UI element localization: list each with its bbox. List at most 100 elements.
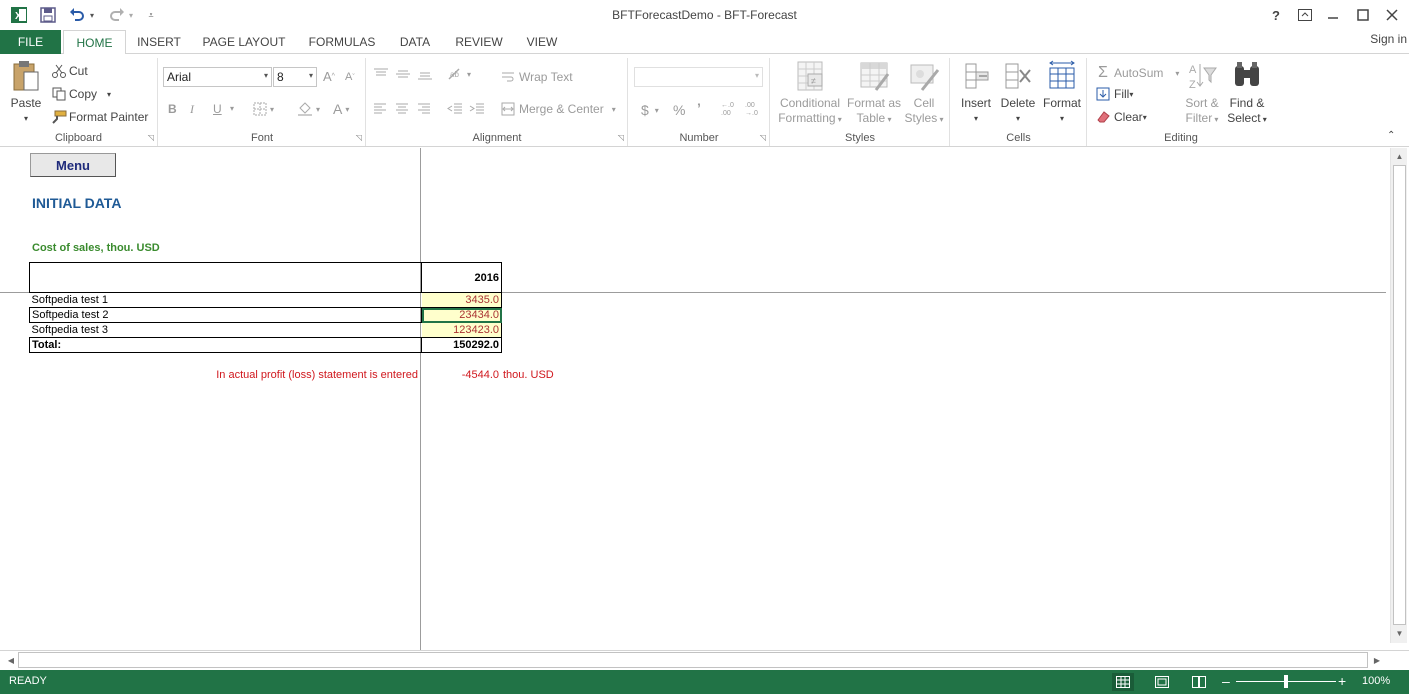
find-select-button[interactable]: Find & Select ▾ <box>1225 60 1269 127</box>
borders-button[interactable]: ▾ <box>253 102 274 116</box>
copy-button[interactable]: Copy ▾ <box>50 87 111 101</box>
zoom-level[interactable]: 100% <box>1362 675 1390 687</box>
paste-button[interactable]: Paste ▾ <box>6 60 46 126</box>
middle-align-icon[interactable] <box>395 68 411 80</box>
tab-file[interactable]: FILE <box>0 30 61 54</box>
comma-style-icon[interactable]: ’ <box>697 100 701 116</box>
align-right-icon[interactable] <box>417 103 431 115</box>
cell-styles-button[interactable]: Cell Styles ▾ <box>902 60 946 127</box>
font-color-button[interactable]: A ▾ <box>333 101 349 117</box>
collapse-ribbon-icon[interactable]: ⌃ <box>1387 130 1395 141</box>
currency-button[interactable]: $ ▾ <box>641 102 659 118</box>
scroll-up-icon[interactable]: ▲ <box>1391 149 1408 164</box>
tab-formulas[interactable]: FORMULAS <box>302 30 382 54</box>
row-value-input-selected[interactable]: 23434.0 <box>421 307 502 323</box>
increase-indent-icon[interactable] <box>469 103 485 115</box>
increase-decimal-icon[interactable]: ←.0 .00 <box>721 102 743 118</box>
clear-button[interactable]: Clear ▾ <box>1094 110 1147 124</box>
format-cells-button[interactable]: Format ▾ <box>1040 60 1084 126</box>
font-group-label: Font <box>250 132 273 144</box>
row-label[interactable]: Softpedia test 1 <box>30 293 422 308</box>
italic-button[interactable]: I <box>190 102 194 117</box>
fill-color-button[interactable]: ▾ <box>297 102 320 116</box>
normal-view-icon[interactable] <box>1112 673 1134 691</box>
row-value-input[interactable]: 123423.0 <box>421 322 502 338</box>
currency-icon: $ <box>641 102 649 118</box>
format-painter-button[interactable]: Format Painter <box>50 110 148 124</box>
tab-insert[interactable]: INSERT <box>130 30 188 54</box>
row-label[interactable]: Softpedia test 3 <box>30 323 422 338</box>
format-cells-label: Format <box>1042 96 1081 110</box>
underline-dropdown-icon[interactable]: ▾ <box>230 104 234 113</box>
eraser-icon <box>1094 110 1112 124</box>
fill-down-icon <box>1094 87 1112 101</box>
fill-button[interactable]: Fill ▾ <box>1094 87 1133 101</box>
help-button[interactable]: ? <box>1261 4 1291 26</box>
percent-icon[interactable]: % <box>673 102 685 118</box>
decrease-indent-icon[interactable] <box>447 103 463 115</box>
delete-cells-button[interactable]: Delete ▾ <box>998 60 1038 126</box>
font-size-combo[interactable]: 8 ▾ <box>273 67 317 87</box>
row-label[interactable]: Softpedia test 2 <box>29 307 422 323</box>
insert-cells-button[interactable]: Insert ▾ <box>956 60 996 126</box>
format-as-table-button[interactable]: Format as Table ▾ <box>846 60 902 127</box>
align-center-icon[interactable] <box>395 103 409 115</box>
font-name-combo[interactable]: Arial ▾ <box>163 67 272 87</box>
tab-home[interactable]: HOME <box>63 30 126 55</box>
maximize-icon[interactable] <box>1348 4 1378 26</box>
ribbon-display-options-icon[interactable] <box>1290 4 1320 26</box>
decrease-decimal-icon[interactable]: .00 →.0 <box>745 102 767 118</box>
shrink-font-button[interactable]: Aˇ <box>345 71 355 83</box>
scroll-left-icon[interactable]: ◀ <box>4 652 18 668</box>
number-format-dropdown-icon[interactable]: ▾ <box>755 71 759 80</box>
scroll-right-icon[interactable]: ▶ <box>1370 652 1384 668</box>
scroll-down-icon[interactable]: ▼ <box>1391 626 1408 641</box>
grow-font-button[interactable]: A ^ <box>323 69 335 84</box>
row-value-input[interactable]: 3435.0 <box>421 292 502 308</box>
horizontal-scroll-thumb[interactable] <box>18 652 1368 668</box>
total-value[interactable]: 150292.0 <box>421 337 502 353</box>
orientation-icon[interactable]: ab ▾ <box>447 67 471 81</box>
font-launcher-icon[interactable]: ◹ <box>356 133 362 142</box>
status-text: READY <box>9 675 47 687</box>
number-format-combo[interactable]: ▾ <box>634 67 763 87</box>
table-header-empty-cell[interactable] <box>29 262 422 293</box>
align-left-icon[interactable] <box>373 103 387 115</box>
cut-button[interactable]: Cut <box>50 64 88 78</box>
number-launcher-icon[interactable]: ◹ <box>760 133 766 142</box>
sort-filter-button[interactable]: AZ Sort & Filter ▾ <box>1182 60 1222 127</box>
bottom-align-icon[interactable] <box>417 68 433 80</box>
tab-review[interactable]: REVIEW <box>450 30 508 54</box>
top-align-icon[interactable] <box>373 68 389 80</box>
year-header[interactable]: 2016 <box>421 262 502 293</box>
vertical-scroll-thumb[interactable] <box>1393 165 1406 625</box>
tab-page-layout[interactable]: PAGE LAYOUT <box>196 30 292 54</box>
close-icon[interactable] <box>1377 4 1407 26</box>
font-name-dropdown-icon[interactable]: ▾ <box>264 71 268 80</box>
vertical-scrollbar[interactable]: ▲ ▼ <box>1390 148 1407 643</box>
underline-button[interactable]: U <box>213 102 222 116</box>
total-label[interactable]: Total: <box>29 337 422 353</box>
clipboard-launcher-icon[interactable]: ◹ <box>148 133 154 142</box>
tab-data[interactable]: DATA <box>392 30 438 54</box>
zoom-out-icon[interactable]: – <box>1222 673 1230 689</box>
conditional-formatting-button[interactable]: ≠ Conditional Formatting ▾ <box>775 60 845 127</box>
page-layout-view-icon[interactable] <box>1151 673 1173 691</box>
tab-view[interactable]: VIEW <box>520 30 564 54</box>
bold-button[interactable]: B <box>168 102 177 116</box>
worksheet[interactable]: Menu INITIAL DATA Cost of sales, thou. U… <box>0 148 1409 670</box>
zoom-slider-thumb[interactable] <box>1284 675 1288 688</box>
minimize-icon[interactable] <box>1318 4 1348 26</box>
cell-styles-label-1: Cell <box>913 96 935 110</box>
page-break-preview-icon[interactable] <box>1188 673 1210 691</box>
font-size-dropdown-icon[interactable]: ▾ <box>309 71 313 80</box>
zoom-in-icon[interactable]: + <box>1338 673 1346 689</box>
autosum-button[interactable]: Σ AutoSum ▾ <box>1094 64 1179 82</box>
wrap-text-button[interactable]: Wrap Text <box>501 70 573 84</box>
alignment-launcher-icon[interactable]: ◹ <box>618 133 624 142</box>
sign-in-link[interactable]: Sign in <box>1370 32 1407 46</box>
ribbon-tabs: FILE HOME INSERT PAGE LAYOUT FORMULAS DA… <box>0 30 1409 55</box>
menu-button[interactable]: Menu <box>30 153 116 177</box>
merge-center-button[interactable]: Merge & Center ▾ <box>501 102 616 116</box>
horizontal-scrollbar[interactable]: ◀ ▶ <box>0 650 1409 670</box>
